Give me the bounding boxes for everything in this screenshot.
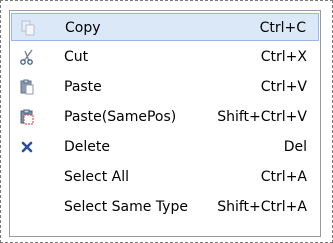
menu-item-label: Paste <box>64 79 102 95</box>
menu-item-paste[interactable]: Paste Ctrl+V <box>11 73 319 101</box>
context-menu: Copy Ctrl+C Cut Ctrl+X Paste Ctrl+V Past… <box>9 10 321 237</box>
paste-same-position-icon <box>19 109 35 125</box>
menu-item-copy[interactable]: Copy Ctrl+C <box>11 13 319 41</box>
menu-item-paste-same-position[interactable]: Paste(SamePos) Shift+Ctrl+V <box>11 103 319 131</box>
menu-item-label: Delete <box>64 139 110 155</box>
menu-item-label: Paste(SamePos) <box>64 109 177 125</box>
menu-item-delete[interactable]: Delete Del <box>11 133 319 161</box>
menu-item-shortcut: Shift+Ctrl+V <box>217 109 307 125</box>
menu-item-shortcut: Shift+Ctrl+A <box>217 199 307 215</box>
menu-item-select-all[interactable]: Select All Ctrl+A <box>11 163 319 191</box>
menu-item-cut[interactable]: Cut Ctrl+X <box>11 43 319 71</box>
cut-icon <box>19 49 35 65</box>
menu-item-shortcut: Ctrl+C <box>259 20 306 36</box>
screenshot-frame: Copy Ctrl+C Cut Ctrl+X Paste Ctrl+V Past… <box>0 0 333 243</box>
menu-item-shortcut: Ctrl+X <box>260 49 307 65</box>
menu-item-label: Cut <box>64 49 89 65</box>
menu-item-shortcut: Ctrl+A <box>260 169 307 185</box>
menu-item-label: Select Same Type <box>64 199 188 215</box>
menu-item-label: Copy <box>65 20 101 36</box>
menu-item-shortcut: Ctrl+V <box>260 79 307 95</box>
copy-icon <box>20 20 36 36</box>
delete-icon <box>19 139 35 155</box>
paste-icon <box>19 79 35 95</box>
menu-item-shortcut: Del <box>283 139 307 155</box>
menu-item-label: Select All <box>64 169 129 185</box>
menu-item-select-same-type[interactable]: Select Same Type Shift+Ctrl+A <box>11 193 319 221</box>
